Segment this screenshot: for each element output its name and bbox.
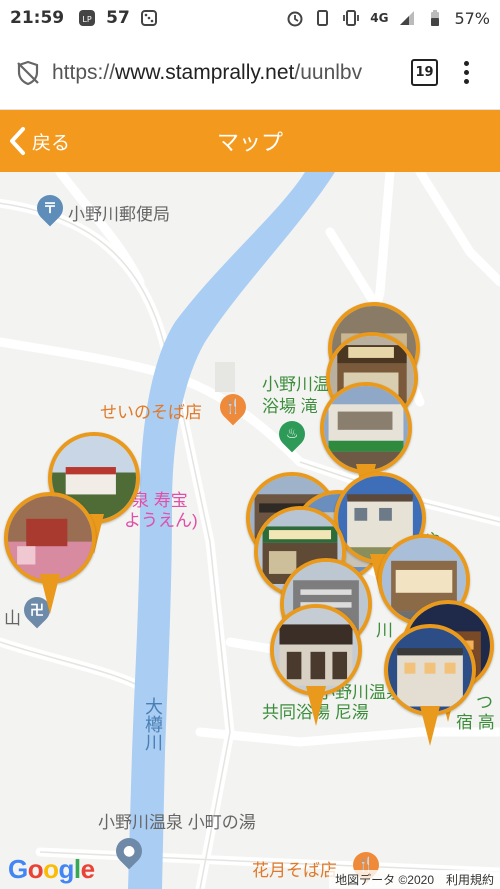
building-photo: [8, 496, 92, 580]
kagetsu-label: 花月そば店: [252, 861, 337, 880]
building-photo: [274, 608, 358, 692]
page-title: マップ: [216, 131, 283, 156]
overflow-menu-icon[interactable]: [464, 61, 469, 84]
chevron-left-icon: [10, 127, 25, 155]
back-label: 戻る: [32, 131, 71, 154]
map-view[interactable]: 〒 小野川郵便局 🍴 せいのそば店 ♨ 小野川温 浴場 滝 泉 寿宝 ようえん)…: [0, 172, 500, 889]
dice-icon: [140, 10, 157, 26]
stamp-pin-14[interactable]: [384, 624, 480, 754]
phone-signal-icon: [317, 10, 329, 26]
app-header: 戻る マップ: [0, 110, 500, 172]
map-attribution[interactable]: 地図データ ©2020 利用規約: [329, 870, 500, 889]
building-photo: [388, 628, 472, 712]
privacy-shield-icon[interactable]: [14, 59, 42, 87]
komachi-label: 小野川温泉 小町の湯: [98, 813, 256, 832]
building-photo: [324, 386, 408, 470]
address-bar[interactable]: https://www.stamprally.net/uunlbv: [52, 61, 397, 85]
post-office-label: 小野川郵便局: [68, 205, 170, 224]
onsen-label-line2: 浴場 滝: [262, 397, 318, 416]
notification-count: 57: [106, 8, 130, 28]
svg-text:LP: LP: [82, 15, 91, 24]
battery-icon: [431, 10, 440, 26]
url-host: www.stamprally.net: [115, 60, 295, 84]
soba-shop-label: せいのそば店: [100, 403, 202, 422]
line-icon: LP: [79, 10, 96, 26]
stamp-pin-13[interactable]: [270, 604, 366, 734]
tab-switcher-button[interactable]: 19: [411, 59, 438, 86]
vibrate-icon: [343, 10, 360, 26]
battery-percent: 57%: [454, 8, 490, 28]
url-scheme: https://: [52, 60, 116, 84]
back-button[interactable]: 戻る: [0, 110, 70, 172]
browser-toolbar: https://www.stamprally.net/uunlbv 19: [0, 36, 500, 110]
status-bar: 21:59 LP 57 4G 57%: [0, 0, 500, 36]
google-logo: Google: [8, 854, 95, 884]
alarm-icon: [287, 11, 303, 27]
network-type: 4G: [370, 11, 389, 25]
url-path: /uunlbv: [294, 60, 363, 84]
status-time: 21:59: [10, 8, 65, 28]
signal-icon: [400, 11, 415, 25]
river-label: 大樽川: [143, 697, 163, 751]
stamp-pin-5[interactable]: [4, 492, 100, 622]
